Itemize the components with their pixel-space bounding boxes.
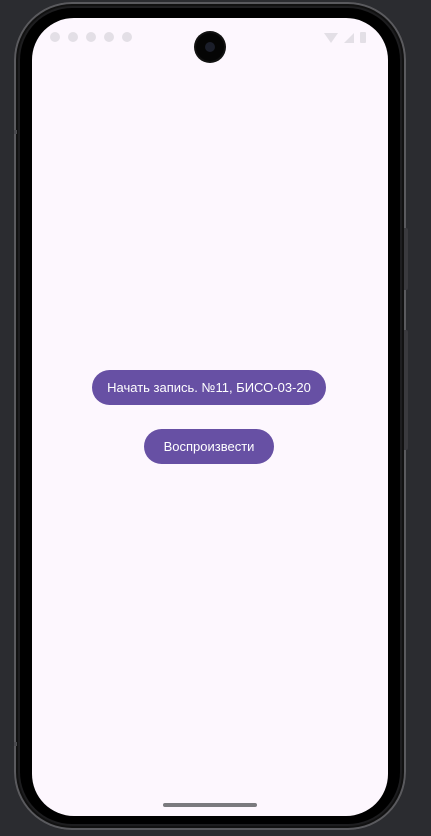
notification-icon: [122, 32, 132, 42]
frame-notch: [14, 130, 17, 134]
wifi-icon: [324, 32, 338, 43]
notification-icon: [104, 32, 114, 42]
signal-icon: [344, 32, 354, 43]
notification-icon: [86, 32, 96, 42]
status-system-icons: [324, 32, 366, 43]
gesture-navigation-bar[interactable]: [163, 803, 257, 807]
camera-lens: [205, 42, 215, 52]
front-camera-icon: [196, 33, 224, 61]
notification-icon: [68, 32, 78, 42]
frame-notch: [14, 742, 17, 746]
status-notifications: [50, 32, 132, 42]
battery-icon: [360, 32, 366, 43]
power-button[interactable]: [404, 228, 408, 290]
volume-button[interactable]: [404, 330, 408, 450]
app-screen: Начать запись. №11, БИСО-03-20 Воспроизв…: [32, 18, 388, 816]
notification-icon: [50, 32, 60, 42]
play-button[interactable]: Воспроизвести: [144, 429, 274, 464]
start-recording-button[interactable]: Начать запись. №11, БИСО-03-20: [92, 370, 326, 405]
emulator-stage: Начать запись. №11, БИСО-03-20 Воспроизв…: [0, 0, 431, 836]
